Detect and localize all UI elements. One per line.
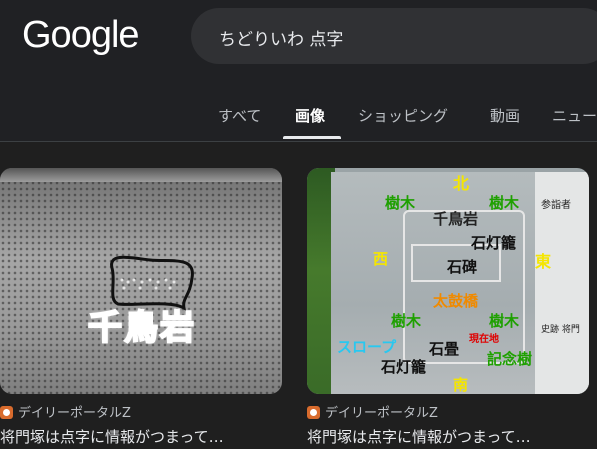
sign-header-text: 参詣者 [541, 200, 571, 211]
map-label-tree: 樹木 [385, 194, 416, 212]
result-thumbnail[interactable]: 千鳥岩 [0, 168, 282, 394]
map-label-north: 北 [453, 174, 470, 193]
map-label-current-location: 現在地 [469, 334, 499, 345]
map-label-slope: スロープ [337, 338, 397, 356]
search-tabs: すべて 画像 ショッピング 動画 ニュー [0, 100, 597, 142]
map-label-east: 東 [535, 252, 552, 271]
source-name: デイリーポータルZ [325, 406, 438, 421]
google-logo[interactable]: Google [22, 14, 140, 57]
map-label-paving: 石畳 [429, 340, 460, 358]
tab-shopping[interactable]: ショッピング [358, 105, 448, 126]
sign-text-panel: 参詣者 史跡 将門 [535, 172, 589, 394]
site-favicon-icon [307, 406, 320, 419]
map-label-memorial-tree: 記念樹 [487, 350, 533, 368]
site-favicon-icon [0, 406, 13, 419]
result-title[interactable]: 将門塚は点字に情報がつまって… [307, 426, 589, 447]
map-label-south: 南 [453, 376, 469, 394]
map-label-tree: 樹木 [391, 312, 422, 330]
tab-news[interactable]: ニュー [552, 105, 597, 126]
sign-footer-text: 史跡 将門 [541, 325, 580, 335]
search-box[interactable]: ちどりいわ 点字 [191, 8, 597, 64]
map-label-stele: 石碑 [447, 258, 478, 276]
tab-images[interactable]: 画像 [295, 105, 325, 126]
header: Google ちどりいわ 点字 すべて 画像 ショッピング 動画 ニュー [0, 0, 597, 142]
map-label-lantern: 石灯籠 [381, 358, 427, 376]
tab-all[interactable]: すべて [218, 105, 261, 126]
map-label-west: 西 [373, 250, 389, 268]
header-divider [0, 141, 597, 142]
tab-videos[interactable]: 動画 [490, 105, 520, 126]
map-label-bridge: 太鼓橋 [433, 292, 479, 310]
result-source[interactable]: デイリーポータルZ [0, 402, 131, 421]
map-label-tree: 樹木 [489, 312, 520, 330]
map-label-chidoriiwa: 千鳥岩 [433, 210, 479, 228]
map-label-tree: 樹木 [489, 194, 520, 212]
source-name: デイリーポータルZ [18, 406, 131, 421]
active-tab-indicator [283, 136, 341, 139]
result-thumbnail[interactable]: 参詣者 史跡 将門 北 樹木 樹木 千鳥岩 石灯籠 西 東 石碑 太鼓橋 樹木 … [307, 168, 589, 394]
braille-outline [110, 255, 194, 311]
search-input[interactable]: ちどりいわ 点字 [219, 25, 343, 50]
map-label-lantern: 石灯籠 [471, 234, 517, 252]
result-title[interactable]: 将門塚は点字に情報がつまって… [0, 426, 282, 447]
result-source[interactable]: デイリーポータルZ [307, 402, 438, 421]
overlay-caption: 千鳥岩 [87, 307, 196, 349]
